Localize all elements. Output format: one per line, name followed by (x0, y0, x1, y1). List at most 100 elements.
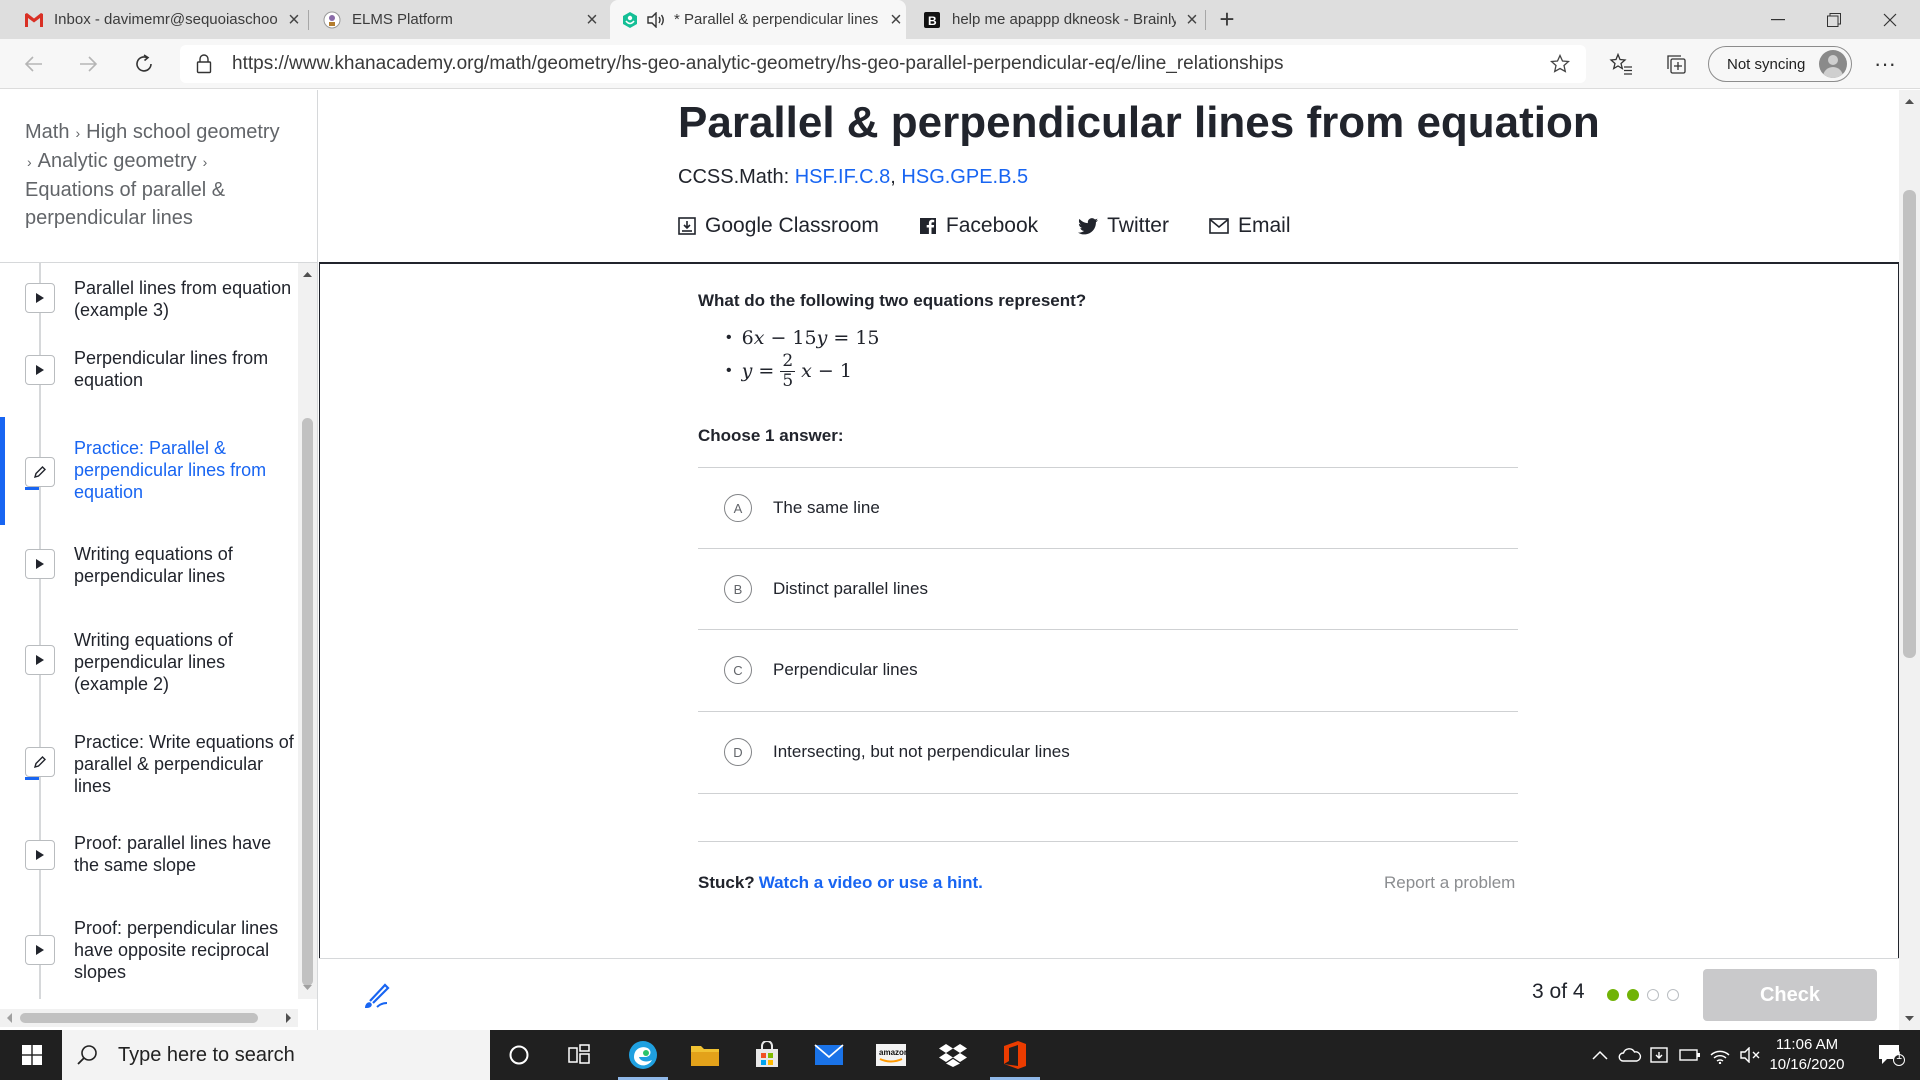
taskbar-search-box[interactable]: Type here to search (62, 1030, 490, 1080)
start-button[interactable] (8, 1030, 56, 1080)
exercise-footer: 3 of 4 Check (319, 958, 1899, 1030)
refresh-button[interactable] (128, 49, 160, 79)
list-item[interactable]: Writing equations of perpendicular lines… (0, 607, 298, 709)
close-tab-icon[interactable]: × (1182, 10, 1202, 30)
mail-icon[interactable] (800, 1030, 858, 1080)
math-variable: x (753, 327, 765, 349)
close-tab-icon[interactable]: × (284, 10, 304, 30)
chevron-up-icon[interactable] (1585, 1050, 1615, 1060)
cortana-icon[interactable] (490, 1030, 548, 1080)
answer-choice-d[interactable]: D Intersecting, but not perpendicular li… (698, 711, 1518, 792)
edge-taskbar-icon[interactable] (614, 1030, 672, 1080)
lesson-label: Practice: Write equations of parallel & … (74, 732, 294, 796)
action-center-icon[interactable]: 1 (1866, 1030, 1916, 1080)
more-menu-icon[interactable]: ··· (1872, 51, 1898, 77)
list-item[interactable]: Parallel lines from equation (example 3) (0, 263, 298, 333)
lesson-label: Practice: Parallel & perpendicular lines… (74, 438, 267, 502)
favorite-star-icon[interactable] (1546, 54, 1574, 74)
browser-toolbar: https://www.khanacademy.org/math/geometr… (0, 39, 1920, 89)
share-facebook[interactable]: Facebook (919, 214, 1038, 238)
task-view-icon[interactable] (550, 1030, 608, 1080)
eq1-constant: 15 (855, 327, 880, 349)
list-item[interactable]: Writing equations of perpendicular lines (0, 525, 298, 607)
question-text: What do the following two equations repr… (698, 291, 1087, 310)
bullet: • (726, 329, 732, 346)
back-button[interactable] (18, 49, 50, 79)
restore-button[interactable] (1806, 0, 1862, 39)
share-google-classroom[interactable]: Google Classroom (678, 214, 879, 238)
scroll-right-icon[interactable] (282, 1009, 296, 1027)
breadcrumb-high-school-geometry[interactable]: High school geometry (86, 121, 279, 143)
file-explorer-icon[interactable] (676, 1030, 734, 1080)
wifi-icon[interactable] (1705, 1046, 1735, 1064)
forward-button[interactable] (72, 49, 104, 79)
list-item[interactable]: Practice: Write equations of parallel & … (0, 709, 298, 813)
breadcrumb-analytic-geometry[interactable]: Analytic geometry (38, 150, 197, 172)
collections-icon[interactable] (1663, 51, 1689, 77)
minimize-button[interactable] (1750, 0, 1806, 39)
notification-count: 1 (1896, 1050, 1903, 1062)
onedrive-icon[interactable] (1615, 1048, 1645, 1062)
new-tab-button[interactable]: + (1212, 0, 1242, 39)
amazon-icon[interactable]: amazon (862, 1030, 920, 1080)
check-button[interactable]: Check (1703, 969, 1877, 1021)
microsoft-store-icon[interactable] (738, 1030, 796, 1080)
email-icon (1209, 218, 1229, 234)
video-play-icon (25, 840, 55, 870)
search-placeholder: Type here to search (118, 1043, 295, 1066)
ccss-link[interactable]: HSG.GPE.B.5 (901, 166, 1028, 188)
page-scrollbar[interactable] (1899, 90, 1920, 1030)
scrollbar-thumb[interactable] (20, 1013, 258, 1023)
speaker-icon[interactable] (646, 10, 666, 30)
tab-elms[interactable]: ELMS Platform × (312, 0, 602, 39)
favorites-icon[interactable] (1608, 51, 1634, 77)
scratchpad-icon[interactable] (361, 981, 391, 1016)
video-play-icon (25, 549, 55, 579)
tab-khan-academy[interactable]: * Parallel & perpendicular lines from eq… (610, 0, 906, 39)
gmail-icon (24, 10, 44, 30)
update-icon[interactable] (1645, 1045, 1675, 1065)
close-tab-icon[interactable]: × (886, 10, 906, 30)
choice-letter: A (724, 494, 752, 522)
list-item[interactable]: Proof: parallel lines have the same slop… (0, 813, 298, 897)
close-window-button[interactable] (1862, 0, 1918, 39)
scrollbar-thumb[interactable] (1903, 190, 1916, 658)
breadcrumb-current-unit[interactable]: Equations of parallel & perpendicular li… (25, 179, 225, 229)
page-content: Math › High school geometry › Analytic geom… (0, 90, 1920, 1030)
lesson-label: Parallel lines from equation (example 3) (74, 278, 292, 320)
report-problem-link[interactable]: Report a problem (1384, 873, 1515, 893)
scroll-left-icon[interactable] (2, 1009, 16, 1027)
answer-choice-c[interactable]: C Perpendicular lines (698, 629, 1518, 710)
profile-sync-button[interactable]: Not syncing (1708, 46, 1852, 82)
scroll-up-icon[interactable] (1899, 94, 1920, 108)
answer-choice-a[interactable]: A The same line (698, 467, 1518, 548)
scrollbar-thumb[interactable] (302, 418, 313, 986)
lesson-label: Proof: perpendicular lines have opposite… (74, 918, 279, 982)
tab-brainly[interactable]: B help me apappp dkneosk - Brainly × (912, 0, 1202, 39)
share-email[interactable]: Email (1209, 214, 1291, 238)
dropbox-icon[interactable] (924, 1030, 982, 1080)
answer-choice-b[interactable]: B Distinct parallel lines (698, 548, 1518, 629)
list-item[interactable]: Perpendicular lines from equation (0, 333, 298, 417)
fraction-numerator: 2 (780, 351, 796, 372)
battery-icon[interactable] (1675, 1049, 1705, 1061)
ccss-link[interactable]: HSF.IF.C.8 (795, 166, 891, 188)
lock-icon[interactable] (196, 54, 216, 74)
windows-taskbar: Type here to search amazon 11:06 AM 10/1… (0, 1030, 1920, 1080)
list-item[interactable]: Proof: perpendicular lines have opposite… (0, 897, 298, 999)
volume-muted-icon[interactable] (1735, 1047, 1765, 1063)
hint-link[interactable]: Watch a video or use a hint. (759, 873, 983, 892)
scroll-down-icon[interactable] (298, 981, 317, 995)
sidebar-scrollbar[interactable] (298, 263, 317, 999)
scroll-down-icon[interactable] (1899, 1012, 1920, 1026)
close-tab-icon[interactable]: × (582, 10, 602, 30)
scroll-up-icon[interactable] (298, 267, 317, 281)
office-icon[interactable] (986, 1030, 1044, 1080)
address-bar[interactable]: https://www.khanacademy.org/math/geometr… (180, 45, 1586, 83)
list-item-current[interactable]: Practice: Parallel & perpendicular lines… (0, 417, 298, 525)
taskbar-clock[interactable]: 11:06 AM 10/16/2020 (1762, 1035, 1852, 1075)
sidebar-horizontal-scrollbar[interactable] (0, 1009, 298, 1027)
breadcrumb-math[interactable]: Math (25, 121, 69, 143)
share-twitter[interactable]: Twitter (1078, 214, 1169, 238)
tab-gmail[interactable]: Inbox - davimemr@sequoiaschools × (14, 0, 304, 39)
